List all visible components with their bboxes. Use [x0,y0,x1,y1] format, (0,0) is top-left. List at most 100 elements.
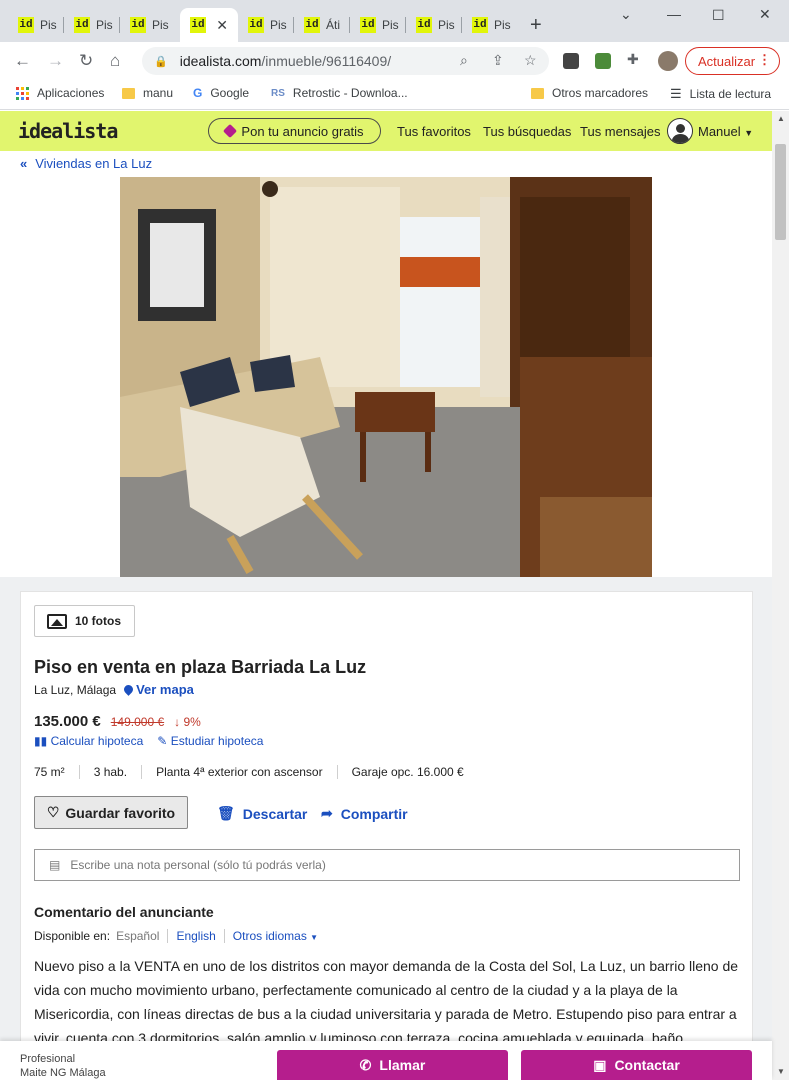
browser-tab[interactable]: id Áti [294,8,350,42]
publish-ad-button[interactable]: Pon tu anuncio gratis [208,118,381,144]
mensajes-link[interactable]: Tus mensajes [580,124,660,139]
ver-mapa-link[interactable]: Ver mapa [122,682,194,697]
user-avatar-icon[interactable] [667,118,693,144]
favoritos-link[interactable]: Tus favoritos [397,124,471,139]
browser-tab[interactable]: id Pis [64,8,120,42]
reading-list-icon: ☰ [670,86,682,101]
address-bar[interactable]: 🔒 idealista.com/inmueble/96116409/ ⌕ ⇪ ☆ [142,47,549,75]
idealista-favicon-icon: id [304,17,320,33]
retrostic-icon: RS [271,87,285,99]
descartar-button[interactable]: 🗑 Descartar [217,805,307,822]
browser-tab-active[interactable]: id ✕ [180,8,238,42]
extension-icon[interactable] [595,53,611,69]
idealista-favicon-icon: id [248,17,264,33]
features-list: 75 m² 3 hab. Planta 4ª exterior con asce… [34,765,478,779]
bookmark-google[interactable]: G Google [193,86,249,100]
estudiar-hipoteca-link[interactable]: ✎ Estudiar hipoteca [157,734,263,748]
idealista-favicon-icon: id [360,17,376,33]
contact-bar: Profesional Maite NG Málaga ✆ Llamar ▣ Con… [0,1041,772,1080]
browser-tab[interactable]: id Pis [462,8,518,42]
idealista-favicon-icon: id [130,17,146,33]
photos-button[interactable]: 10 fotos [34,605,135,637]
bookmark-label: Aplicaciones [37,86,105,100]
browser-tab[interactable]: id Pis [238,8,294,42]
scrollbar-thumb[interactable] [775,144,786,240]
tab-title: Áti [326,18,341,32]
price-drop: ↓ 9% [174,715,201,729]
forward-icon[interactable]: → [47,51,64,71]
tab-title: Pis [270,18,287,32]
page-scrollbar[interactable]: ▲ ▼ [772,111,789,1080]
google-icon: G [193,86,203,100]
minimize-icon[interactable]: — [667,6,681,22]
close-window-icon[interactable]: ✕ [759,6,771,23]
lang-es[interactable]: Español [116,929,167,943]
publish-label: Pon tu anuncio gratis [241,123,364,139]
bookmark-manu[interactable]: manu [122,86,173,100]
browser-tab[interactable]: id Pis [350,8,406,42]
bookmark-label: Lista de lectura [689,87,772,101]
menu-icon[interactable]: ⋮ [758,52,771,68]
tab-title: Pis [96,18,113,32]
guardar-favorito-button[interactable]: ♡ Guardar favorito [34,796,188,829]
old-price: 149.000 € [110,715,165,729]
apps-grid-icon [16,86,29,100]
update-button[interactable]: Actualizar ⋮ [685,47,780,75]
breadcrumb[interactable]: « Viviendas en La Luz [20,156,152,171]
compartir-button[interactable]: ➦ Compartir [321,805,408,822]
home-icon[interactable]: ⌂ [110,51,120,71]
share-icon[interactable]: ⇪ [492,52,504,69]
maximize-icon[interactable]: ☐ [712,7,725,24]
extension-icon[interactable] [563,53,579,69]
browser-tab[interactable]: id Pis [406,8,462,42]
site-header: idealista Pon tu anuncio gratis Tus favo… [0,111,772,151]
chevron-down-icon: ▼ [310,933,319,942]
bookmark-apps[interactable]: Aplicaciones [16,86,104,100]
browser-tab[interactable]: id Pis [120,8,176,42]
tab-search-icon[interactable]: ⌄ [620,6,632,23]
main-photo[interactable] [120,177,652,577]
idealista-logo[interactable]: idealista [18,119,118,143]
scroll-down-icon[interactable]: ▼ [777,1067,785,1076]
living-room-photo [120,177,652,577]
pin-icon [223,123,238,139]
contactar-button[interactable]: ▣ Contactar [521,1050,752,1080]
bookmark-lectura[interactable]: ☰ Lista de lectura [670,86,771,102]
pencil-icon: ✎ [157,734,168,748]
breadcrumb-link[interactable]: Viviendas en La Luz [35,156,152,171]
extensions-puzzle-icon[interactable]: ✚ [627,51,643,67]
url-text: idealista.com/inmueble/96116409/ [179,53,392,69]
scroll-up-icon[interactable]: ▲ [777,114,785,123]
lang-en[interactable]: English [167,929,223,943]
user-menu[interactable]: Manuel ▼ [698,124,753,139]
tab-title: Pis [382,18,399,32]
double-chevron-left-icon: « [20,156,28,171]
mortgage-links: ▮▮ Calcular hipoteca ✎ Estudiar hipoteca [34,734,263,748]
bookmark-label: Retrostic - Downloa... [292,86,408,100]
tab-title: Pis [152,18,169,32]
bookmark-label: manu [143,86,174,100]
language-selector: Disponible en: Español English Otros idi… [34,929,326,943]
llamar-button[interactable]: ✆ Llamar [277,1050,508,1080]
bookmark-otros[interactable]: Otros marcadores [531,86,648,100]
trash-icon: 🗑 [217,805,235,821]
profile-avatar-icon[interactable] [658,51,678,71]
reload-icon[interactable]: ↻ [79,51,93,71]
chevron-down-icon: ▼ [744,128,754,138]
personal-note-input[interactable]: ▤ Escribe una nota personal (sólo tú podr… [34,849,740,881]
lang-other[interactable]: Otros idiomas ▼ [223,929,326,943]
back-icon[interactable]: ← [14,51,31,71]
listing-card: 10 fotos Piso en venta en plaza Barriada… [20,591,753,1080]
location-text: La Luz, Málaga [34,682,117,697]
calcular-hipoteca-link[interactable]: ▮▮ Calcular hipoteca [34,734,143,748]
browser-tab[interactable]: id Pis [8,8,64,42]
bookmark-retrostic[interactable]: RS Retrostic - Downloa... [271,86,408,100]
phone-icon: ✆ [359,1056,372,1073]
bookmark-star-icon[interactable]: ☆ [524,52,537,69]
busquedas-link[interactable]: Tus búsquedas [483,124,571,139]
folder-icon [531,87,544,99]
new-tab-icon[interactable]: + [530,14,542,37]
zoom-search-icon[interactable]: ⌕ [460,52,468,69]
close-tab-icon[interactable]: ✕ [216,17,228,34]
idealista-favicon-icon: id [18,17,34,33]
